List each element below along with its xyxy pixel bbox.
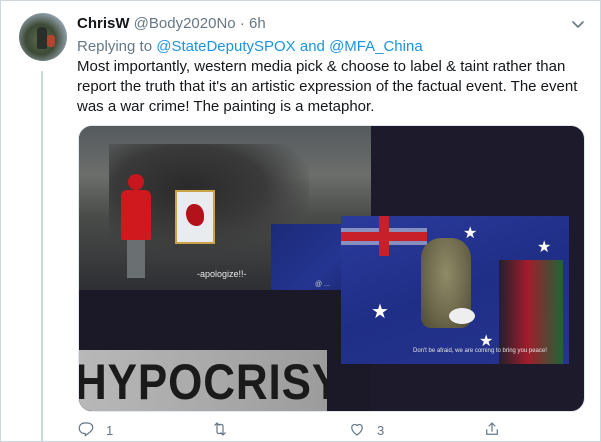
tweet-time[interactable]: 6h [249,15,266,32]
tweet-body: Most importantly, western media pick & c… [77,58,578,115]
chevron-down-icon[interactable] [567,13,589,35]
caption-apologize: -apologize!!- [197,269,247,279]
share-button[interactable] [483,419,512,441]
replying-and: and [299,38,325,55]
watermark-text: @ ... [315,281,330,288]
replying-prefix: Replying to [77,38,153,55]
avatar[interactable] [19,13,67,61]
avatar-figure-accent [47,35,55,47]
flag-star-icon: ★ [371,301,389,323]
mention-link-statedeputyspox[interactable]: @StateDeputySPOX [156,38,295,55]
replying-to-line: Replying to @StateDeputySPOX and @MFA_Ch… [77,37,423,57]
like-count: 3 [377,422,385,438]
caption-peace: Don't be afraid, we are coming to bring … [413,348,547,354]
hypocrisy-text: HYPOCRISY [79,354,327,410]
flag-star-icon: ★ [463,225,478,242]
reply-button[interactable]: 1 [77,419,113,441]
reply-count: 1 [106,422,114,438]
painting-crowd-scene: -apologize!!- @ ... [79,126,371,290]
avatar-figure [37,27,47,49]
tweet-media-image[interactable]: -apologize!!- @ ... ★ ★ ★ ★ Don't be afr… [78,125,585,412]
user-handle[interactable]: @Body2020No [134,15,236,32]
tweet-header: ChrisW @Body2020No · 6h [77,14,266,34]
thread-connector-line [41,71,43,441]
retweet-button[interactable] [211,419,240,441]
union-jack-cross-horizontal [341,232,427,241]
reply-icon [77,420,95,441]
hypocrisy-banner: HYPOCRISY [79,350,327,411]
like-button[interactable]: 3 [348,419,384,441]
header-separator: · [239,15,245,32]
share-icon [483,420,501,441]
child-figure [119,174,153,278]
heart-icon [348,420,366,441]
lamb-figure [449,308,475,324]
child-legs [127,240,145,278]
child-head [128,174,144,190]
retweet-icon [211,420,229,441]
tweet-card[interactable]: ChrisW @Body2020No · 6h Replying to @Sta… [0,0,601,442]
child-shirt [121,190,151,240]
flag-soldier-painting: ★ ★ ★ ★ [341,216,569,364]
easel-canvas [175,190,215,244]
mention-link-mfa-china[interactable]: @MFA_China [329,38,423,55]
display-name[interactable]: ChrisW [77,15,130,32]
blood-splash [186,204,204,226]
tweet-actions: 1 3 [77,419,587,441]
flag-star-icon: ★ [537,239,552,256]
